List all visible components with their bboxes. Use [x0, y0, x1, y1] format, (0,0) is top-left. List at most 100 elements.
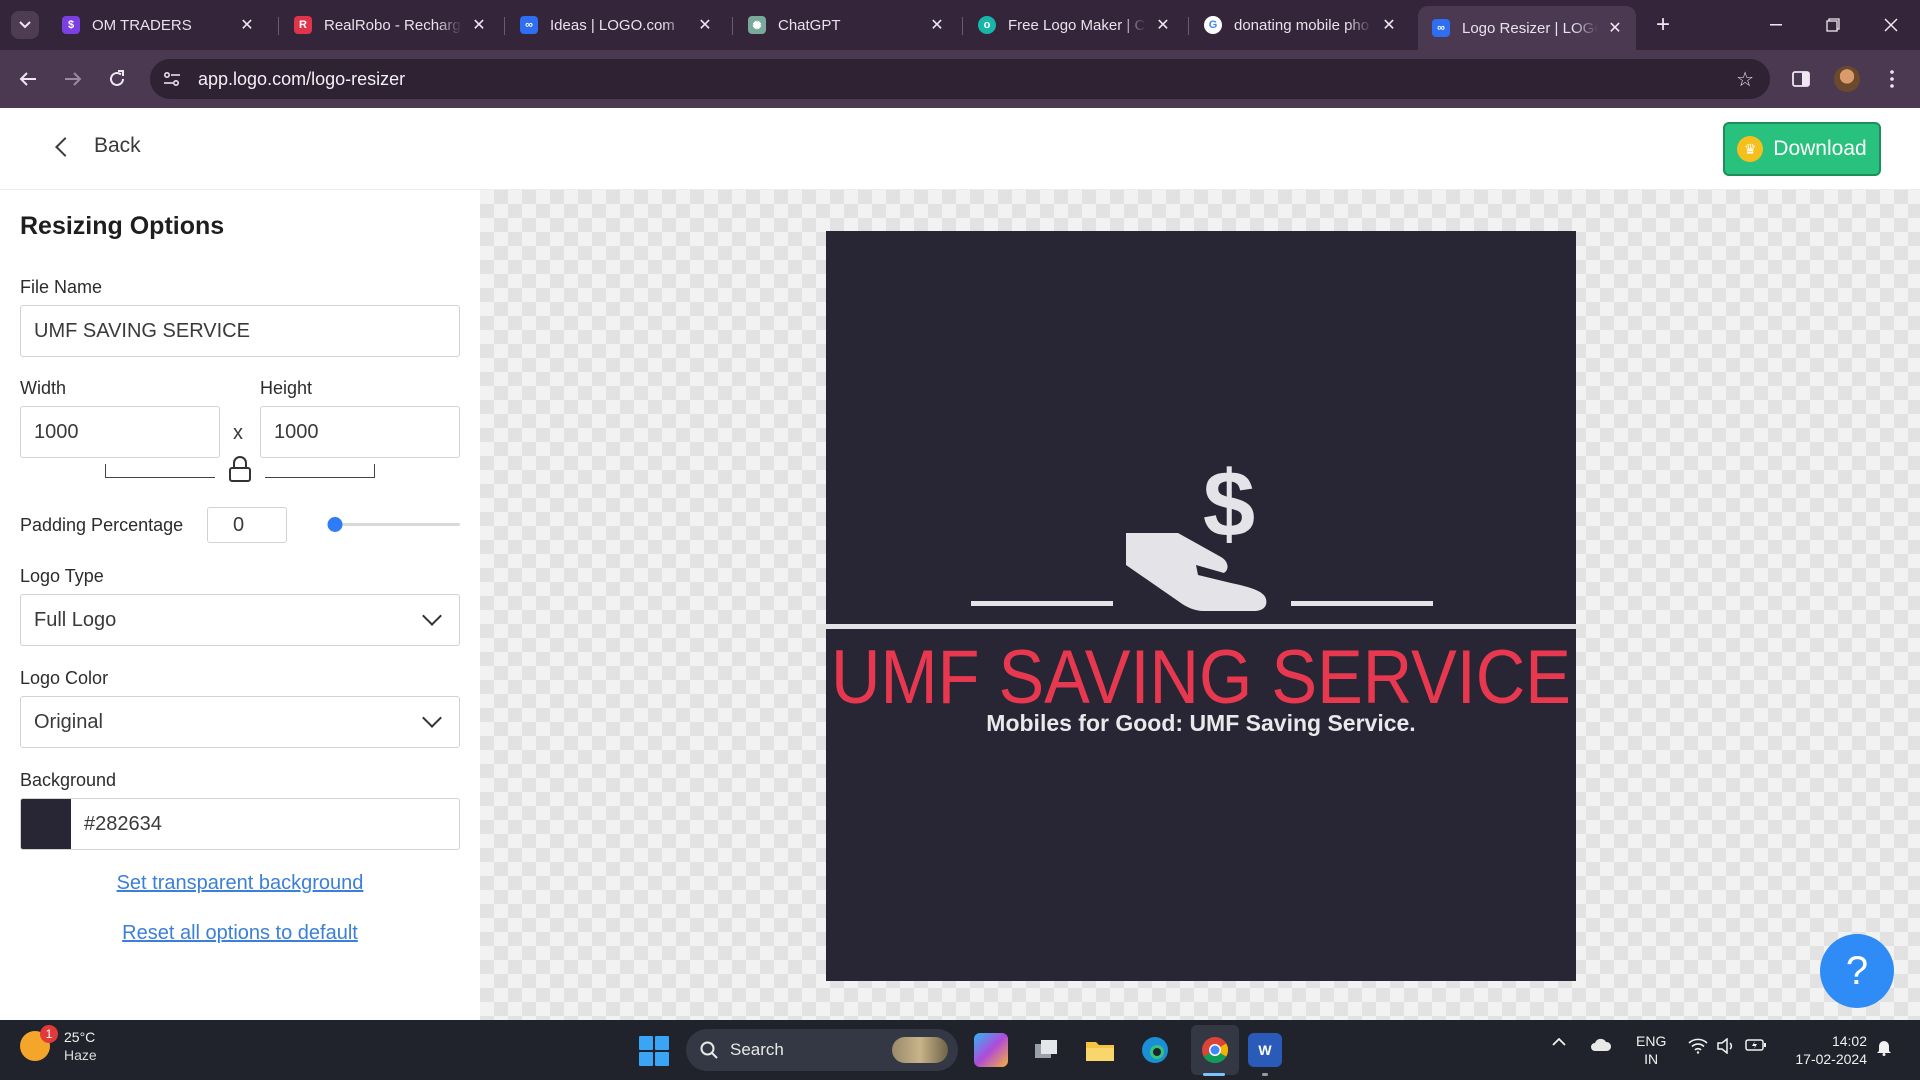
clock-date: 17-02-2024: [1795, 1051, 1867, 1067]
restore-button[interactable]: [1813, 10, 1853, 40]
back-nav-button[interactable]: [14, 65, 42, 93]
copilot-app-icon[interactable]: [974, 1033, 1008, 1067]
notifications-bell-icon[interactable]: [1876, 1038, 1892, 1056]
language-indicator[interactable]: ENG IN: [1636, 1032, 1666, 1068]
onedrive-icon[interactable]: [1590, 1038, 1612, 1052]
browser-tab[interactable]: R RealRobo - Recharge ✕: [280, 6, 500, 44]
site-settings-icon[interactable]: [156, 63, 188, 95]
battery-icon[interactable]: [1745, 1038, 1767, 1052]
close-tab-icon[interactable]: ✕: [694, 14, 716, 36]
kebab-menu-icon: [1890, 70, 1894, 88]
clock-time: 14:02: [1831, 1033, 1867, 1049]
logo-preview: $ UMF SAVING SERVICE Mobiles for Good: U…: [826, 231, 1576, 981]
side-panel-icon: [1792, 71, 1810, 87]
profile-button[interactable]: [1833, 65, 1861, 93]
logo-color-select[interactable]: Original: [20, 696, 460, 748]
weather-desc: Haze: [64, 1047, 97, 1063]
logo-preview-canvas: $ UMF SAVING SERVICE Mobiles for Good: U…: [480, 190, 1920, 1020]
page-header: Back ♛ Download: [0, 108, 1920, 190]
clock[interactable]: 14:02 17-02-2024: [1787, 1032, 1867, 1068]
search-highlight-image: [892, 1037, 948, 1063]
tab-title: donating mobile pho: [1234, 16, 1370, 34]
file-name-label: File Name: [20, 277, 103, 297]
padding-slider[interactable]: [327, 517, 460, 532]
tab-search-button[interactable]: [11, 11, 39, 39]
logo-type-select[interactable]: Full Logo: [20, 594, 460, 646]
tab-title: ChatGPT: [778, 16, 841, 34]
search-icon: [700, 1041, 718, 1059]
google-favicon-icon: G: [1204, 16, 1222, 34]
reset-options-link[interactable]: Reset all options to default: [0, 922, 480, 945]
browser-menu-button[interactable]: [1878, 65, 1906, 93]
set-transparent-background-link[interactable]: Set transparent background: [0, 872, 480, 895]
tab-title: OM TRADERS: [92, 16, 192, 34]
browser-tab[interactable]: ✺ ChatGPT ✕: [734, 6, 958, 44]
arrow-right-icon: [65, 72, 82, 86]
aspect-lock-icon[interactable]: [229, 456, 251, 482]
start-button[interactable]: [639, 1036, 669, 1066]
browser-tab[interactable]: ∞ Ideas | LOGO.com ✕: [506, 6, 726, 44]
padding-input[interactable]: 0: [207, 507, 287, 543]
show-hidden-icons-button[interactable]: [1552, 1038, 1566, 1046]
language-line2: IN: [1644, 1051, 1659, 1067]
background-color-swatch[interactable]: [21, 799, 71, 849]
back-button[interactable]: Back: [55, 134, 141, 158]
download-button[interactable]: ♛ Download: [1723, 122, 1881, 176]
search-label: Search: [730, 1040, 784, 1059]
file-name-input[interactable]: UMF SAVING SERVICE: [20, 305, 460, 357]
edge-browser-icon[interactable]: [1138, 1033, 1172, 1067]
close-tab-icon[interactable]: ✕: [926, 14, 948, 36]
new-tab-button[interactable]: +: [1650, 11, 1676, 38]
height-input[interactable]: 1000: [260, 406, 460, 458]
resizing-options-panel: Resizing Options File Name UMF SAVING SE…: [0, 190, 480, 1020]
panel-title: Resizing Options: [20, 212, 225, 240]
chevron-down-icon: [422, 708, 442, 728]
browser-toolbar: app.logo.com/logo-resizer ☆: [0, 50, 1920, 108]
close-tab-icon[interactable]: ✕: [1152, 14, 1174, 36]
bookmark-star-icon[interactable]: ☆: [1736, 67, 1754, 92]
url-text[interactable]: app.logo.com/logo-resizer: [198, 69, 405, 90]
chevron-left-icon: [55, 137, 75, 157]
minimize-button[interactable]: [1756, 10, 1796, 40]
close-tab-icon[interactable]: ✕: [1604, 17, 1626, 39]
aspect-link-bracket: [105, 464, 215, 478]
weather-widget[interactable]: 1 25°C Haze: [20, 1025, 97, 1064]
file-explorer-icon[interactable]: [1083, 1033, 1117, 1067]
close-tab-icon[interactable]: ✕: [468, 14, 490, 36]
weather-haze-icon: 1: [20, 1025, 58, 1061]
close-tab-icon[interactable]: ✕: [236, 14, 258, 36]
taskbar-search[interactable]: Search: [686, 1029, 958, 1071]
task-view-icon[interactable]: [1029, 1033, 1063, 1067]
chrome-browser-icon[interactable]: [1198, 1033, 1232, 1067]
word-app-icon[interactable]: W: [1248, 1033, 1282, 1067]
active-app-indicator: [1203, 1073, 1225, 1076]
help-button[interactable]: ?: [1820, 934, 1894, 1008]
browser-tab[interactable]: G donating mobile pho ✕: [1190, 6, 1410, 44]
address-bar[interactable]: app.logo.com/logo-resizer ☆: [150, 59, 1770, 99]
notification-badge: 1: [40, 1025, 58, 1043]
tab-title: Ideas | LOGO.com: [550, 16, 675, 34]
logo-color-value: Original: [34, 710, 103, 733]
logo-com-favicon-icon: ∞: [520, 16, 538, 34]
close-tab-icon[interactable]: ✕: [1378, 14, 1400, 36]
arrow-left-icon: [19, 72, 36, 86]
background-color-value[interactable]: #282634: [84, 813, 162, 836]
close-window-button[interactable]: [1871, 10, 1911, 40]
browser-tab[interactable]: $ OM TRADERS ✕: [48, 6, 268, 44]
browser-tab[interactable]: o Free Logo Maker | Cr ✕: [964, 6, 1184, 44]
background-color-field[interactable]: #282634: [20, 798, 460, 850]
times-symbol: x: [233, 422, 243, 444]
wifi-icon[interactable]: [1688, 1038, 1708, 1054]
crown-icon: ♛: [1737, 136, 1764, 162]
browser-tab-active[interactable]: ∞ Logo Resizer | LOGO. ✕: [1418, 6, 1636, 50]
forward-nav-button[interactable]: [59, 65, 87, 93]
close-icon: [1884, 18, 1898, 32]
volume-icon[interactable]: [1716, 1038, 1736, 1054]
reload-button[interactable]: [103, 65, 131, 93]
side-panel-button[interactable]: [1787, 65, 1815, 93]
width-input[interactable]: 1000: [20, 406, 220, 458]
padding-slider-thumb[interactable]: [327, 517, 343, 532]
free-logo-maker-favicon-icon: o: [978, 16, 996, 34]
logo-artwork: $ UMF SAVING SERVICE Mobiles for Good: U…: [826, 231, 1576, 981]
logo-type-label: Logo Type: [20, 566, 104, 586]
